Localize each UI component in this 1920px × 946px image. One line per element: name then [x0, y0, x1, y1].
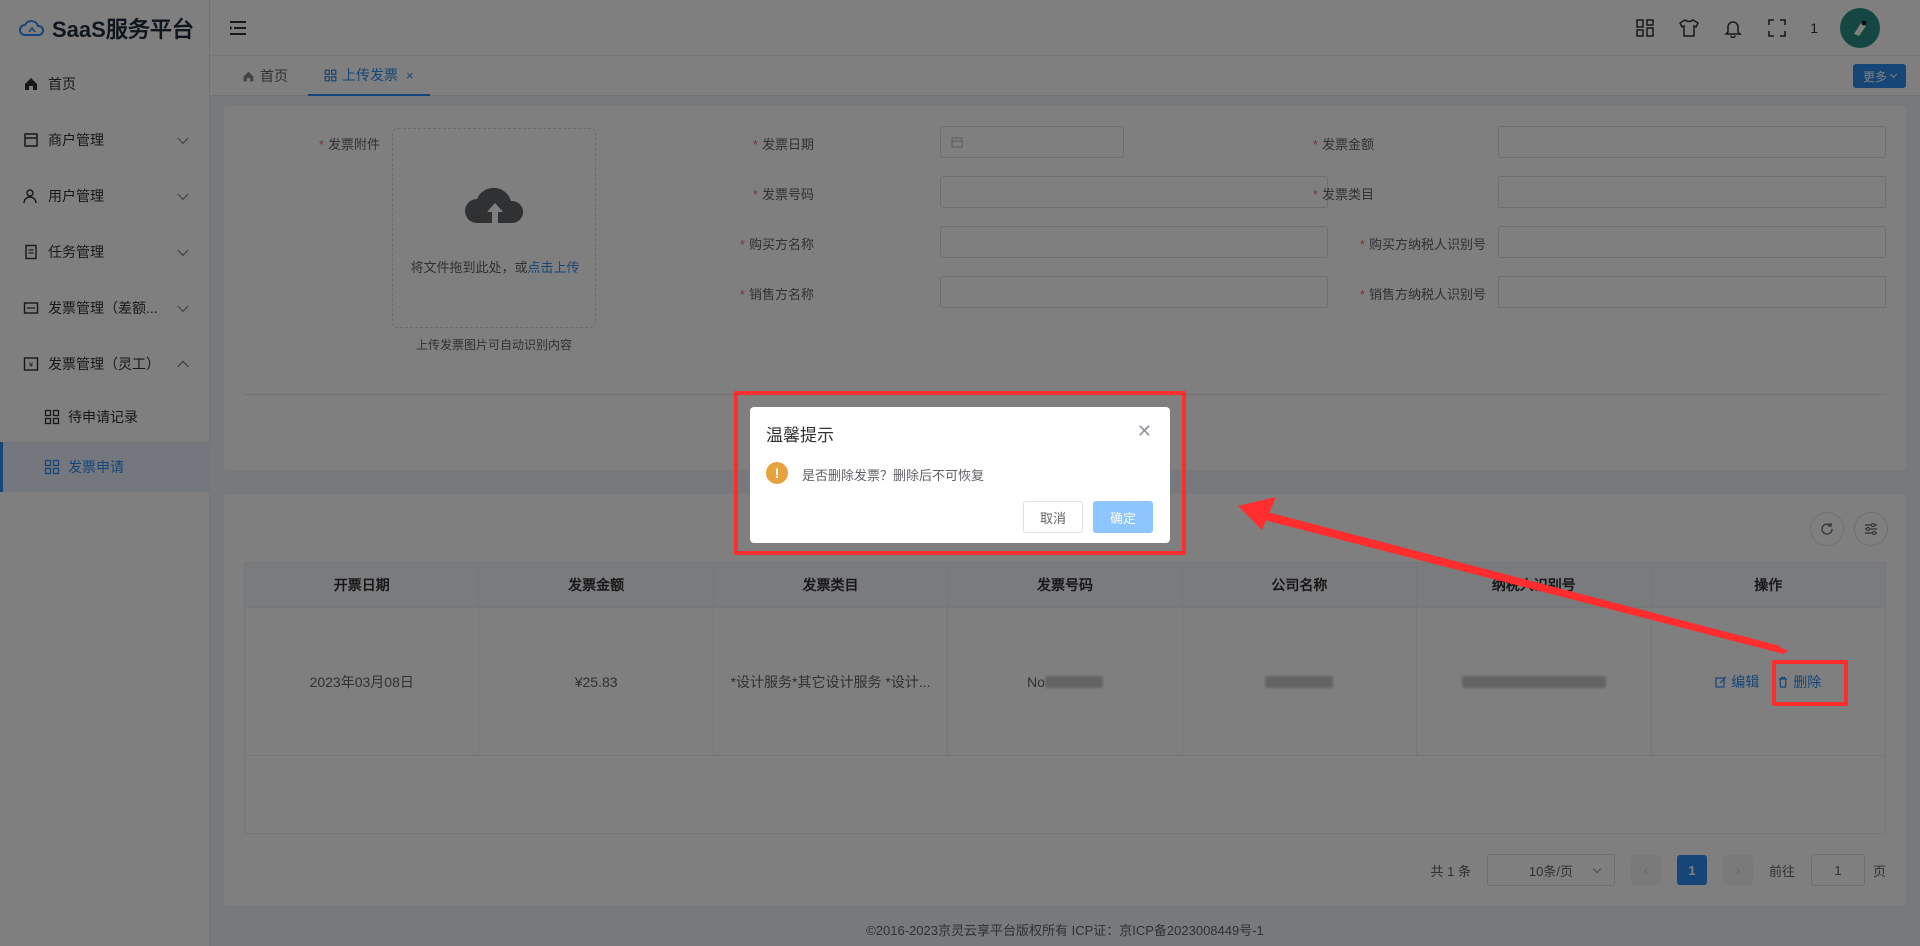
confirm-delete-dialog: 温馨提示 ✕ ! 是否删除发票？删除后不可恢复 取消 确定 [750, 407, 1170, 543]
cancel-button[interactable]: 取消 [1023, 501, 1083, 533]
annotation-delete-highlight [1772, 660, 1848, 706]
warning-icon: ! [766, 462, 788, 484]
dialog-title: 温馨提示 [766, 426, 834, 445]
confirm-button[interactable]: 确定 [1093, 501, 1153, 533]
close-icon[interactable]: ✕ [1137, 421, 1152, 442]
dialog-message: 是否删除发票？删除后不可恢复 [802, 468, 985, 483]
